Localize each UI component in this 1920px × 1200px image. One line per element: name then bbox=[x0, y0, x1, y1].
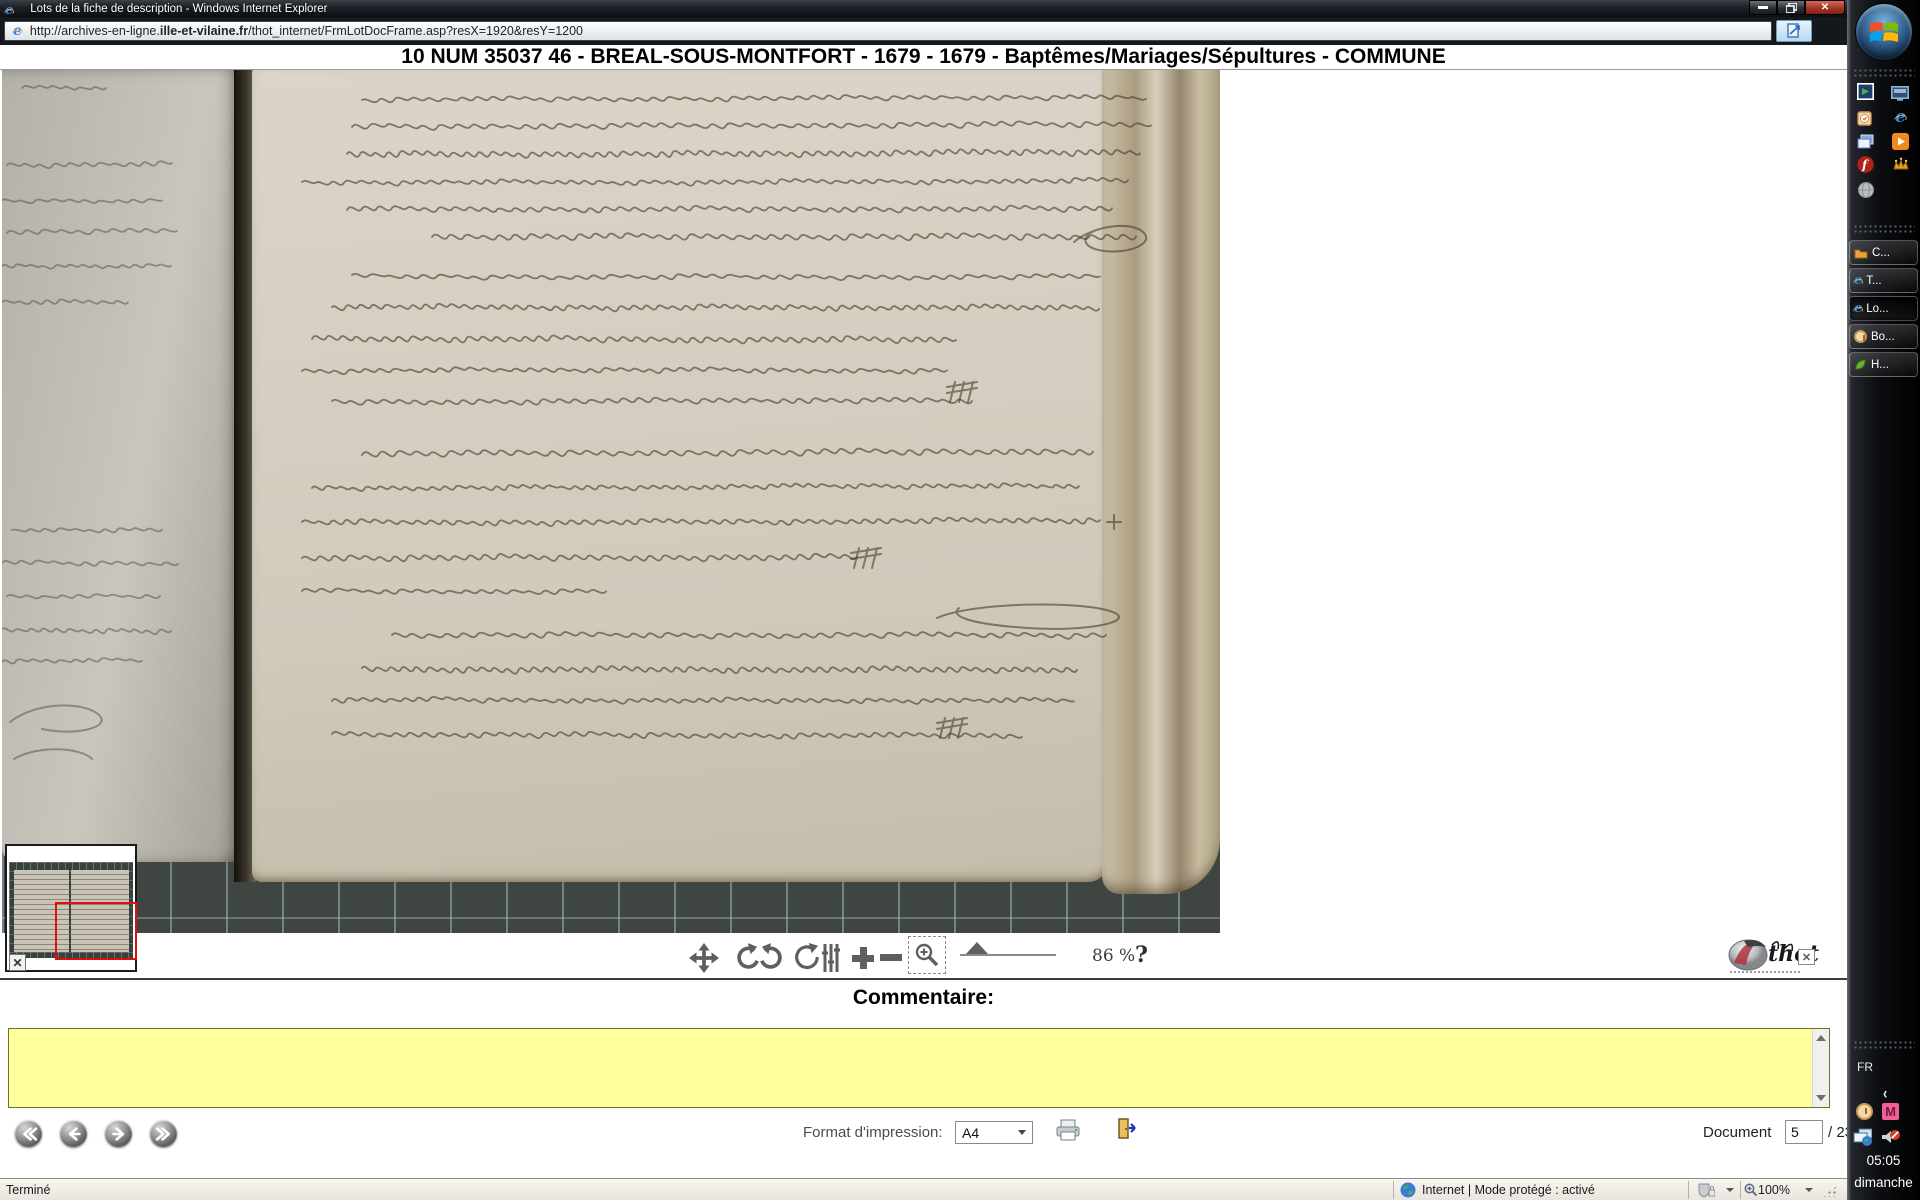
handwriting-overlay bbox=[2, 70, 1220, 933]
rotate-reset-icon[interactable] bbox=[792, 943, 820, 971]
zoom-percent: 86 % bbox=[1092, 946, 1135, 966]
restore-button[interactable] bbox=[1777, 0, 1805, 15]
tray-m-badge-icon[interactable]: M bbox=[1881, 1102, 1900, 1121]
close-button[interactable]: ✕ bbox=[1805, 0, 1845, 15]
chevron-down-icon bbox=[1018, 1130, 1026, 1135]
screen: e Lots de la fiche de description - Wind… bbox=[0, 0, 1920, 1200]
tray-collapse-icon[interactable]: ‹ bbox=[1883, 1083, 1887, 1103]
organizer-icon bbox=[1854, 330, 1867, 343]
taskbar-button-h[interactable]: H... bbox=[1849, 352, 1918, 377]
viewer-close-button[interactable]: ✕ bbox=[1798, 949, 1815, 965]
ie-favicon-icon: e bbox=[5, 4, 13, 17]
page-zoom-value: 100% bbox=[1758, 1183, 1790, 1197]
document-counter-label: Document bbox=[1703, 1124, 1771, 1141]
thumbnail-viewport-rect[interactable] bbox=[55, 902, 137, 960]
next-document-button[interactable] bbox=[105, 1120, 132, 1147]
quicklaunch-remote-desktop-icon[interactable] bbox=[1890, 84, 1909, 103]
document-header: 10 NUM 35037 46 - BREAL-SOUS-MONTFORT - … bbox=[0, 45, 1847, 70]
page-arrow-icon bbox=[1786, 23, 1802, 39]
help-button[interactable]: ? bbox=[1135, 942, 1148, 968]
comment-textarea[interactable] bbox=[8, 1028, 1830, 1108]
internet-explorer-icon: e bbox=[1854, 302, 1862, 315]
print-button[interactable] bbox=[1055, 1118, 1081, 1147]
quicklaunch-window-switcher-icon[interactable] bbox=[1856, 132, 1875, 151]
quicklaunch-vm-icon[interactable] bbox=[1856, 82, 1875, 101]
zoom-in-icon[interactable] bbox=[852, 947, 874, 969]
thot-logo: thot bbox=[1724, 935, 1832, 975]
internet-explorer-icon: e bbox=[1854, 274, 1862, 287]
taskbar-button-t[interactable]: e T... bbox=[1849, 268, 1918, 293]
start-button[interactable] bbox=[1855, 3, 1913, 61]
taskbar-button-c[interactable]: C... bbox=[1849, 240, 1918, 265]
thumbnail-close-button[interactable]: ✕ bbox=[9, 954, 26, 971]
zone-text: Internet | Mode protégé : activé bbox=[1422, 1183, 1595, 1197]
print-format-value: A4 bbox=[962, 1125, 1018, 1141]
clock-time[interactable]: 05:05 bbox=[1847, 1153, 1920, 1168]
taskbar-grip[interactable] bbox=[1853, 224, 1915, 233]
document-header-title: 10 NUM 35037 46 - BREAL-SOUS-MONTFORT - … bbox=[401, 45, 1445, 68]
previous-document-button[interactable] bbox=[60, 1120, 87, 1147]
refresh-button[interactable] bbox=[1776, 20, 1812, 42]
folder-icon bbox=[1854, 247, 1868, 259]
language-indicator[interactable]: FR bbox=[1857, 1060, 1873, 1074]
status-bar: Terminé Internet | Mode protégé : activé… bbox=[0, 1178, 1847, 1200]
thumbnail-navigator[interactable]: ✕ bbox=[5, 844, 137, 972]
zoom-dropdown-icon[interactable] bbox=[1805, 1188, 1813, 1192]
print-format-label: Format d'impression: bbox=[803, 1124, 943, 1141]
rotate-ccw-icon[interactable] bbox=[733, 943, 759, 971]
quicklaunch-organizer-icon[interactable] bbox=[1856, 108, 1875, 127]
tray-volume-muted-icon[interactable] bbox=[1881, 1128, 1900, 1147]
address-input[interactable]: e http://archives-en-ligne.ille-et-vilai… bbox=[4, 21, 1772, 41]
taskbar: e f C... e T... e Lo... bbox=[1847, 0, 1920, 1200]
taskbar-button-lo-active[interactable]: e Lo... bbox=[1849, 296, 1918, 321]
security-dropdown-icon[interactable] bbox=[1726, 1188, 1734, 1192]
minimize-button[interactable] bbox=[1749, 0, 1777, 15]
zoom-region-icon[interactable] bbox=[908, 936, 946, 974]
rotate-cw-icon[interactable] bbox=[760, 943, 786, 971]
clock-date[interactable]: dimanche bbox=[1847, 1175, 1920, 1190]
status-text: Terminé bbox=[6, 1183, 50, 1197]
first-document-button[interactable] bbox=[15, 1120, 42, 1147]
protected-mode-icon bbox=[1697, 1182, 1715, 1198]
tray-organizer-icon[interactable] bbox=[1855, 1102, 1874, 1121]
pan-icon[interactable] bbox=[688, 943, 720, 973]
document-image[interactable] bbox=[2, 70, 1220, 933]
zoom-slider-track[interactable] bbox=[960, 954, 1056, 956]
last-document-button[interactable] bbox=[150, 1120, 177, 1147]
adjust-levels-icon[interactable] bbox=[822, 943, 840, 973]
ie-page-icon: e bbox=[13, 24, 22, 38]
document-number-input[interactable] bbox=[1785, 1120, 1823, 1144]
scroll-up-icon[interactable] bbox=[1816, 1035, 1826, 1041]
taskbar-grip[interactable] bbox=[1853, 68, 1915, 77]
exit-button[interactable] bbox=[1115, 1117, 1139, 1146]
zoom-slider-thumb[interactable] bbox=[966, 942, 988, 954]
quicklaunch-internet-explorer-icon[interactable]: e bbox=[1891, 108, 1910, 127]
quicklaunch-photofiltre-icon[interactable] bbox=[1891, 155, 1910, 174]
tray-network-icon[interactable] bbox=[1853, 1128, 1872, 1147]
comment-label: Commentaire: bbox=[0, 986, 1847, 1010]
viewer-toolbar: 86 % ? thot ✕ bbox=[0, 933, 1847, 980]
address-bar: e http://archives-en-ligne.ille-et-vilai… bbox=[0, 17, 1847, 45]
taskbar-grip[interactable] bbox=[1853, 1040, 1915, 1049]
scroll-down-icon[interactable] bbox=[1816, 1095, 1826, 1101]
quicklaunch-media-player-icon[interactable] bbox=[1891, 132, 1910, 151]
comment-scrollbar[interactable] bbox=[1812, 1029, 1829, 1107]
page-zoom-icon bbox=[1744, 1183, 1758, 1197]
url-text: http://archives-en-ligne.ille-et-vilaine… bbox=[30, 24, 583, 38]
print-format-select[interactable]: A4 bbox=[955, 1121, 1033, 1144]
quicklaunch-flash-icon[interactable]: f bbox=[1856, 155, 1875, 174]
window-titlebar: e Lots de la fiche de description - Wind… bbox=[0, 0, 1847, 17]
window-title: Lots de la fiche de description - Window… bbox=[30, 3, 327, 15]
zoom-out-icon[interactable] bbox=[880, 954, 902, 962]
resize-grip[interactable] bbox=[1822, 1185, 1838, 1197]
taskbar-button-bo[interactable]: Bo... bbox=[1849, 324, 1918, 349]
internet-zone-icon bbox=[1400, 1182, 1416, 1198]
leaf-icon bbox=[1854, 358, 1867, 371]
quicklaunch-globe-icon[interactable] bbox=[1856, 180, 1875, 199]
windows-flag-icon bbox=[1869, 19, 1899, 45]
